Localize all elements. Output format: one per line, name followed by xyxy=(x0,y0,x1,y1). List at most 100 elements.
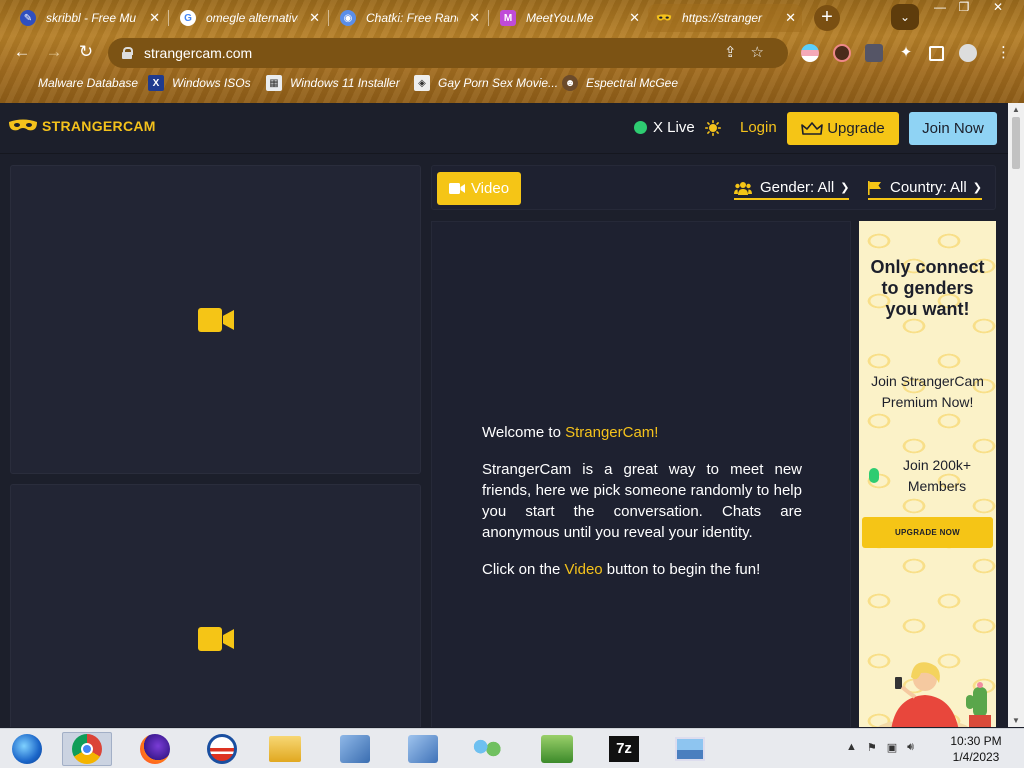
close-tab-icon[interactable]: ✕ xyxy=(629,10,640,26)
tab-strip: ✎ skribbl - Free Mu ✕ G omegle alternati… xyxy=(0,0,1024,34)
7zip-icon[interactable]: 7z xyxy=(599,732,649,766)
ad-body: Join StrangerCam Premium Now! xyxy=(871,373,984,410)
strangercam-mask-icon xyxy=(656,14,672,21)
puzzle-icon[interactable]: ✦ xyxy=(897,44,915,62)
users-icon xyxy=(734,181,752,195)
live-count: X Live xyxy=(634,119,695,136)
welcome-paragraph: StrangerCam is a great way to meet new f… xyxy=(482,461,802,541)
address-bar[interactable]: strangercam.com ⇪☆ xyxy=(108,38,788,68)
firefox-icon[interactable] xyxy=(130,732,180,766)
tab-skribbl[interactable]: ✎ skribbl - Free Mu ✕ xyxy=(12,4,166,32)
image-icon[interactable] xyxy=(665,732,715,766)
navigation-bar: ← → ↻ strangercam.com ⇪☆ ✦ ⋮ xyxy=(0,36,1024,68)
close-tab-icon[interactable]: ✕ xyxy=(309,10,320,26)
crown-icon xyxy=(801,121,824,135)
network2-icon[interactable] xyxy=(398,732,448,766)
brand-highlight: StrangerCam! xyxy=(565,424,659,441)
lock-icon xyxy=(122,47,133,59)
google-icon: G xyxy=(180,10,196,26)
site-logo[interactable]: STRANGERCAM xyxy=(8,118,156,134)
close-tab-icon[interactable]: ✕ xyxy=(469,10,480,26)
upgrade-button[interactable]: Upgrade xyxy=(787,112,899,145)
back-icon[interactable]: ← xyxy=(10,40,34,64)
tab-chatki[interactable]: ◉ Chatki: Free Rand ✕ xyxy=(332,4,486,32)
tab-search-button[interactable]: ⌄ xyxy=(891,4,919,30)
close-tab-icon[interactable]: ✕ xyxy=(785,10,796,26)
flag-extension-icon[interactable] xyxy=(801,44,819,62)
upgrade-now-button[interactable]: UPGRADE NOW xyxy=(862,517,993,548)
join-now-button[interactable]: Join Now xyxy=(909,112,997,145)
tab-meetyou[interactable]: M MeetYou.Me ✕ xyxy=(492,4,646,32)
gender-filter-dropdown[interactable]: Gender: All ❯ xyxy=(734,179,850,200)
close-window-icon[interactable]: ✕ xyxy=(984,0,1012,18)
avatar-extension-icon[interactable] xyxy=(833,44,851,62)
explorer-icon[interactable] xyxy=(260,732,310,766)
new-tab-button[interactable]: + xyxy=(814,5,840,31)
scroll-down-icon[interactable]: ▼ xyxy=(1012,716,1020,725)
scroll-thumb[interactable] xyxy=(1012,117,1020,169)
theme-toggle-sun-icon[interactable] xyxy=(705,120,721,136)
windows-taskbar: 7z ▲ ⚑ ▣ 🔊︎ 10:30 PM 1/4/2023 xyxy=(0,728,1024,768)
country-filter-dropdown[interactable]: Country: All ❯ xyxy=(868,179,982,200)
espectral-icon: ☻ xyxy=(562,75,578,91)
tab-strangercam[interactable]: https://stranger ✕ xyxy=(648,4,802,32)
tab-separator xyxy=(488,10,489,26)
restore-icon[interactable]: ❐ xyxy=(950,0,978,18)
obama-icon[interactable] xyxy=(197,732,247,766)
tab-omegle-alternative[interactable]: G omegle alternative ✕ xyxy=(172,4,326,32)
sidebar-icon[interactable] xyxy=(929,46,944,61)
meetyou-icon: M xyxy=(500,10,516,26)
flag-tray-icon[interactable]: ⚑ xyxy=(867,741,877,754)
ad-headline: Only connect to genders you want! xyxy=(870,257,985,319)
chevron-down-icon: ❯ xyxy=(840,182,850,194)
video-link-text: Video xyxy=(564,561,603,578)
reload-icon[interactable]: ↻ xyxy=(74,40,98,64)
site-header: STRANGERCAM X Live Login Upgrade Join No… xyxy=(0,103,1008,154)
remote-video-panel xyxy=(10,165,421,474)
online-indicator-icon xyxy=(869,468,879,483)
local-video-panel xyxy=(10,484,421,727)
users-icon[interactable] xyxy=(462,732,512,766)
disk-icon[interactable] xyxy=(532,732,582,766)
system-clock[interactable]: 10:30 PM 1/4/2023 xyxy=(945,733,1007,765)
show-hidden-icons-icon[interactable]: ▲ xyxy=(846,741,857,754)
malware-icon xyxy=(14,75,30,91)
x-icon: X xyxy=(148,75,164,91)
scroll-up-icon[interactable]: ▲ xyxy=(1012,105,1020,114)
bookmark-star-icon[interactable]: ☆ xyxy=(751,44,778,61)
close-tab-icon[interactable]: ✕ xyxy=(149,10,160,26)
video-camera-icon xyxy=(198,627,234,651)
bookmark-malware-database[interactable]: Malware Database xyxy=(14,75,138,91)
forward-icon[interactable]: → xyxy=(42,40,66,64)
chat-toolbar: Video Gender: All ❯ Country: All ❯ xyxy=(431,165,996,210)
bookmark-windows-isos[interactable]: X Windows ISOs xyxy=(148,75,251,91)
login-link[interactable]: Login xyxy=(740,119,777,136)
video-camera-icon xyxy=(198,308,234,332)
bookmark-espectral-mcgee[interactable]: ☻ Espectral McGee xyxy=(562,75,678,91)
chat-messages-area: Welcome to StrangerCam! StrangerCam is a… xyxy=(431,221,851,727)
page-scrollbar[interactable]: ▲ ▼ xyxy=(1008,103,1024,727)
tab-separator xyxy=(328,10,329,26)
installer-icon: ▦ xyxy=(266,75,282,91)
url-text: strangercam.com xyxy=(144,45,253,61)
chrome-icon[interactable] xyxy=(62,732,112,766)
woman-with-phone-illustration xyxy=(877,662,991,727)
system-tray: ▲ ⚑ ▣ 🔊︎ xyxy=(846,741,914,754)
network-icon[interactable] xyxy=(330,732,380,766)
extension-icon[interactable] xyxy=(865,44,883,62)
pencil-icon: ✎ xyxy=(20,10,36,26)
menu-icon[interactable]: ⋮ xyxy=(996,44,1014,62)
browser-chrome: ✎ skribbl - Free Mu ✕ G omegle alternati… xyxy=(0,0,1024,103)
bookmarks-bar: Malware Database X Windows ISOs ▦ Window… xyxy=(0,72,1024,96)
share-icon[interactable]: ⇪ xyxy=(724,44,751,61)
bookmark-site[interactable]: ◈ Gay Porn Sex Movie... xyxy=(414,75,558,91)
profile-icon[interactable] xyxy=(959,44,977,62)
network-tray-icon[interactable]: ▣ xyxy=(887,741,897,754)
flag-icon xyxy=(868,180,881,195)
site-icon: ◈ xyxy=(414,75,430,91)
premium-ad-banner[interactable]: Only connect to genders you want! Join S… xyxy=(859,221,996,727)
video-button[interactable]: Video xyxy=(437,172,521,205)
volume-icon[interactable]: 🔊︎ xyxy=(907,741,914,754)
bookmark-windows-11-installer[interactable]: ▦ Windows 11 Installer xyxy=(266,75,400,91)
ie-icon[interactable] xyxy=(2,732,52,766)
